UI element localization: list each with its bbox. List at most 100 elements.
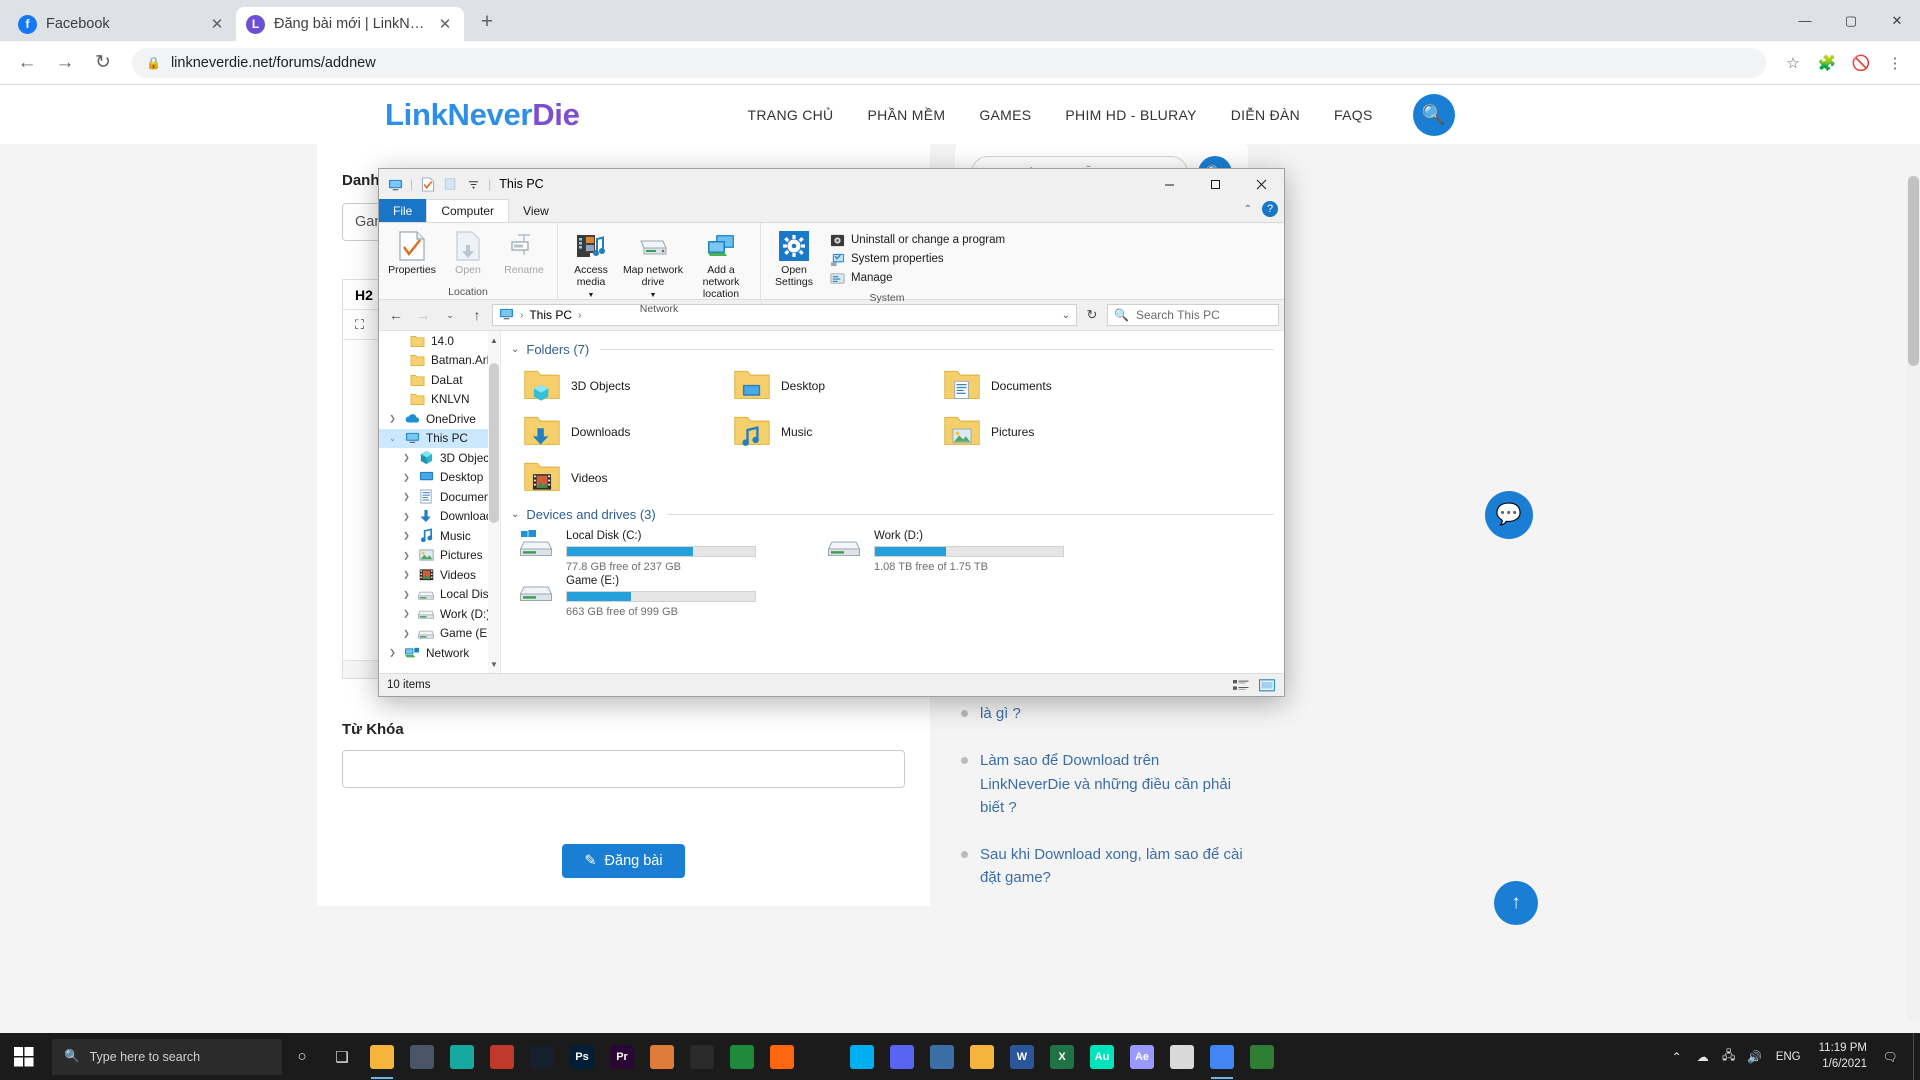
photos-icon[interactable]	[922, 1033, 962, 1080]
list-item[interactable]: Làm sao để Download trên LinkNeverDie và…	[961, 749, 1248, 819]
language-indicator[interactable]: ENG	[1768, 1051, 1809, 1063]
chevron-right-icon[interactable]: ❯	[401, 492, 412, 501]
folder-item[interactable]: Music	[719, 409, 929, 455]
chevron-right-icon[interactable]: ❯	[401, 609, 412, 618]
minimize-icon[interactable]: —	[1782, 0, 1828, 41]
folder-item[interactable]: Downloads	[509, 409, 719, 455]
extensions-icon[interactable]: 🧩	[1812, 48, 1842, 78]
list-item[interactable]: là gì ?	[961, 702, 1248, 725]
back-icon[interactable]: ←	[10, 46, 44, 80]
chevron-down-icon[interactable]: ⌄	[511, 509, 519, 520]
taskbar-search-input[interactable]: 🔍 Type here to search	[52, 1039, 282, 1075]
fullscreen-icon[interactable]: ⛶	[355, 317, 364, 333]
nav-tree-item[interactable]: ❯Music	[379, 526, 500, 546]
nav-tree-item[interactable]: ❯Desktop	[379, 468, 500, 488]
folder-item[interactable]: Videos	[509, 455, 719, 501]
nav-item-phan-mem[interactable]: PHẦN MỀM	[867, 107, 945, 123]
photoshop-icon[interactable]: Ps	[562, 1033, 602, 1080]
idm-icon[interactable]	[722, 1033, 762, 1080]
nav-item-games[interactable]: GAMES	[979, 107, 1031, 123]
close-icon[interactable]: ✕	[436, 15, 454, 33]
nav-tree-item[interactable]: ❯3D Objects	[379, 448, 500, 468]
browser-tab-facebook[interactable]: f Facebook ✕	[8, 7, 236, 41]
folders-group-header[interactable]: ⌄ Folders (7)	[511, 342, 1274, 357]
chevron-down-icon[interactable]: ▼	[650, 292, 657, 300]
folder-item[interactable]: 3D Objects	[509, 363, 719, 409]
folder-item[interactable]: Pictures	[929, 409, 1139, 455]
folder2-icon[interactable]	[962, 1033, 1002, 1080]
maximize-icon[interactable]: ▢	[1828, 0, 1874, 41]
chat-icon[interactable]: 💬	[1485, 491, 1533, 539]
tab-view[interactable]: View	[509, 199, 563, 222]
minimize-icon[interactable]	[1146, 169, 1192, 199]
scroll-down-icon[interactable]: ▼	[489, 657, 499, 671]
chevron-down-icon[interactable]: ⌄	[1062, 310, 1070, 321]
nav-tree-item[interactable]: ❯OneDrive	[379, 409, 500, 429]
forward-icon[interactable]: →	[48, 46, 82, 80]
heading-style-label[interactable]: H2	[355, 287, 373, 303]
help-icon[interactable]: ?	[1262, 201, 1278, 217]
back-arrow-icon[interactable]: ←	[384, 303, 408, 327]
network-icon[interactable]: 🖧	[1716, 1033, 1742, 1080]
nav-item-trang-chu[interactable]: TRANG CHỦ	[748, 107, 834, 123]
nav-tree-item[interactable]: ❯Local Disk (C:)	[379, 585, 500, 605]
close-icon[interactable]	[1238, 169, 1284, 199]
nav-tree-item[interactable]: ❯Documents	[379, 487, 500, 507]
file-explorer-icon[interactable]	[362, 1033, 402, 1080]
new-folder-icon[interactable]	[442, 176, 459, 193]
nav-tree-item[interactable]: ❯Videos	[379, 565, 500, 585]
nav-tree-item[interactable]: Batman.Arkham	[379, 351, 500, 371]
cloud-icon[interactable]: ☁	[1690, 1033, 1716, 1080]
chevron-right-icon[interactable]: ❯	[401, 590, 412, 599]
close-icon[interactable]: ✕	[1874, 0, 1920, 41]
search-icon[interactable]: 🔍	[1413, 94, 1455, 136]
chrome-icon[interactable]	[1202, 1033, 1242, 1080]
open-settings-button[interactable]: Open Settings	[767, 227, 821, 292]
chevron-right-icon[interactable]: ❯	[387, 414, 398, 423]
nav-tree-item[interactable]: 14.0	[379, 331, 500, 351]
paint-icon[interactable]	[1162, 1033, 1202, 1080]
drive-item[interactable]: Work (D:)1.08 TB free of 1.75 TB	[817, 528, 1125, 573]
teal-app-icon[interactable]	[442, 1033, 482, 1080]
chevron-up-icon[interactable]: ⌃	[1244, 204, 1252, 215]
close-icon[interactable]: ✕	[208, 15, 226, 33]
properties-icon[interactable]	[419, 176, 436, 193]
chevron-down-icon[interactable]: ⌄	[387, 434, 398, 443]
details-view-icon[interactable]	[1232, 677, 1250, 693]
nav-item-phim-hd[interactable]: PHIM HD - BLURAY	[1065, 107, 1196, 123]
nav-scrollbar[interactable]: ▲ ▼	[488, 331, 500, 673]
chevron-right-icon[interactable]: ❯	[387, 648, 398, 657]
chevron-right-icon[interactable]: ❯	[401, 551, 412, 560]
tab-computer[interactable]: Computer	[426, 199, 509, 222]
app-store-icon[interactable]	[1242, 1033, 1282, 1080]
chevron-right-icon[interactable]: ❯	[401, 570, 412, 579]
volume-icon[interactable]: 🔊	[1742, 1033, 1768, 1080]
list-item[interactable]: Sau khi Download xong, làm sao để cài đặ…	[961, 843, 1248, 890]
tiles-view-icon[interactable]	[1258, 677, 1276, 693]
refresh-icon[interactable]: ↻	[1080, 303, 1104, 327]
new-tab-button[interactable]: +	[470, 5, 504, 39]
ccleaner-icon[interactable]	[482, 1033, 522, 1080]
audition-icon[interactable]: Au	[1082, 1033, 1122, 1080]
firefox-icon[interactable]	[762, 1033, 802, 1080]
up-arrow-icon[interactable]: ↑	[465, 303, 489, 327]
premiere-icon[interactable]: Pr	[602, 1033, 642, 1080]
bluestacks-icon[interactable]	[402, 1033, 442, 1080]
manage-button[interactable]: Manage	[829, 270, 1005, 286]
search-input[interactable]: 🔍 Search This PC	[1107, 304, 1279, 326]
bat-app-icon[interactable]	[802, 1033, 842, 1080]
nav-tree-item[interactable]: ❯Work (D:)	[379, 604, 500, 624]
access-media-button[interactable]: Access media ▼	[564, 227, 618, 302]
chevron-down-icon[interactable]: ▼	[588, 292, 595, 300]
folder-item[interactable]: Desktop	[719, 363, 929, 409]
task-view-icon[interactable]: ❑	[322, 1033, 362, 1080]
url-input[interactable]: 🔒 linkneverdie.net/forums/addnew	[132, 48, 1766, 78]
star-icon[interactable]: ☆	[1778, 48, 1808, 78]
blender-icon[interactable]	[682, 1033, 722, 1080]
nav-scrollbar-thumb[interactable]	[489, 363, 499, 523]
skype-icon[interactable]	[842, 1033, 882, 1080]
chevron-down-icon[interactable]: ⌄	[511, 344, 519, 355]
discord-icon[interactable]	[882, 1033, 922, 1080]
add-network-location-button[interactable]: Add a network location	[688, 227, 754, 303]
excel-icon[interactable]: X	[1042, 1033, 1082, 1080]
